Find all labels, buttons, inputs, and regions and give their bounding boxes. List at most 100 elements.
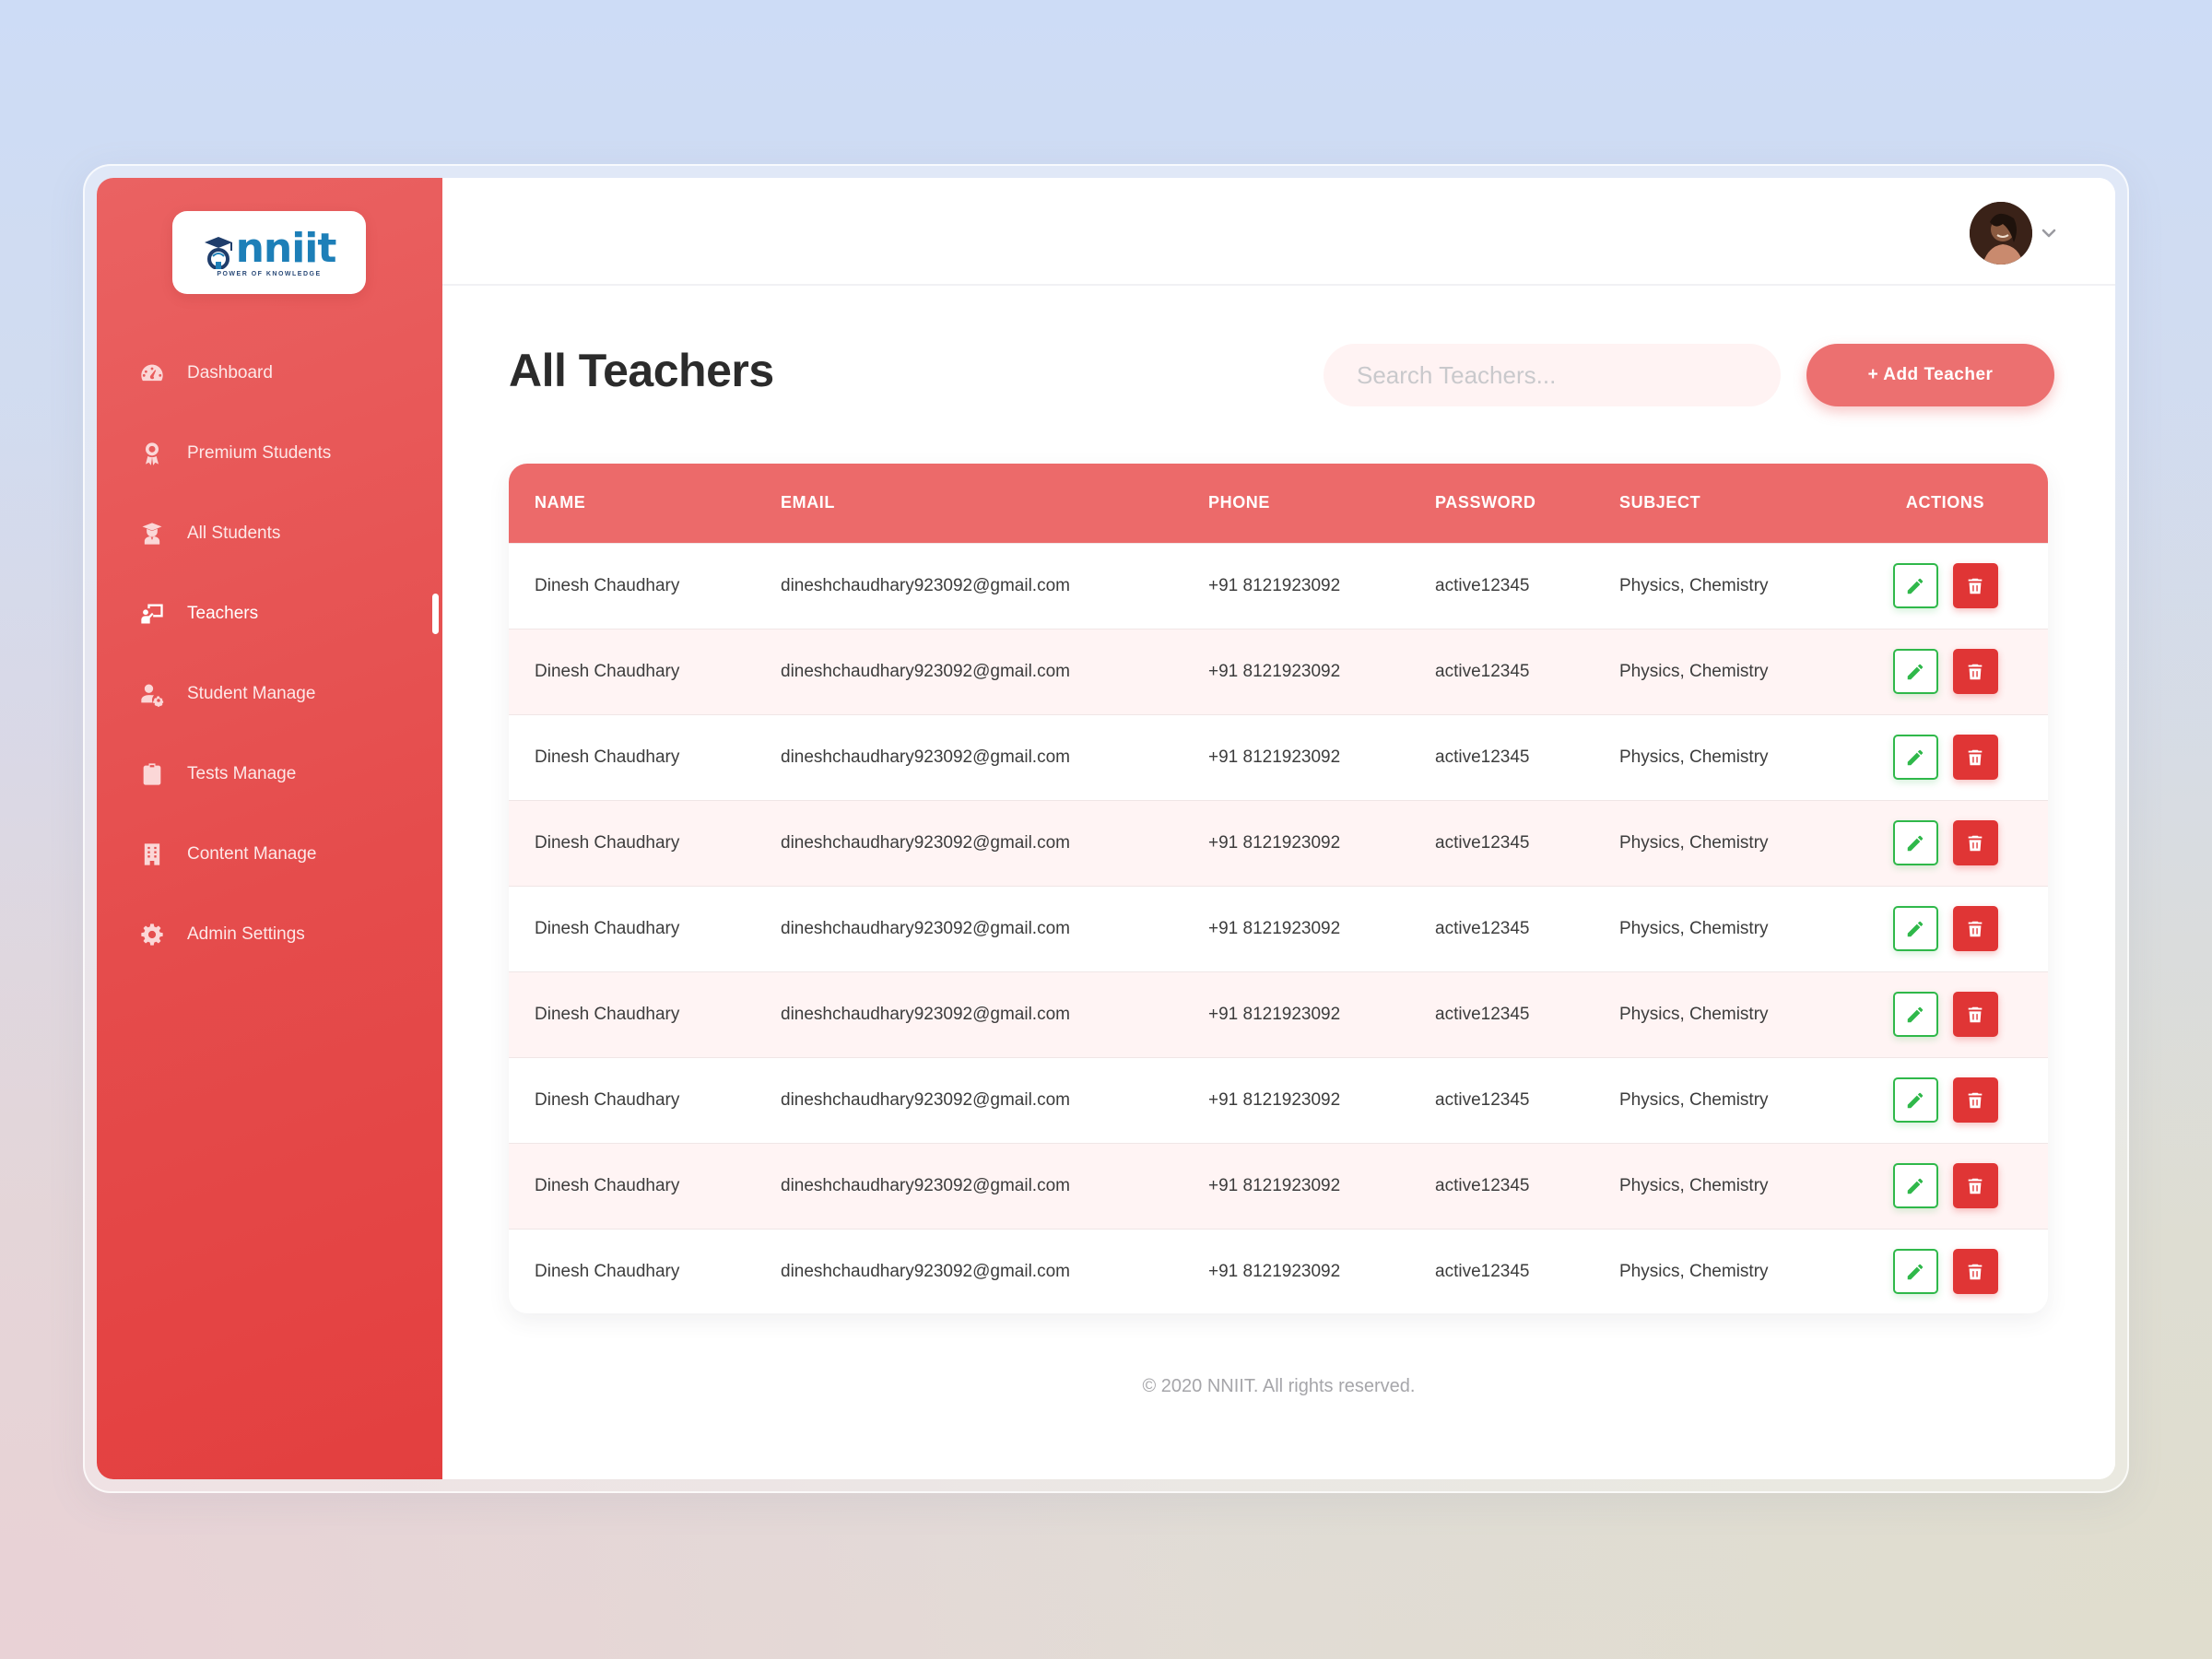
add-teacher-button[interactable]: + Add Teacher [1806, 344, 2054, 406]
teachers-table: NAME EMAIL PHONE PASSWORD SUBJECT ACTION… [509, 464, 2048, 1313]
table-row[interactable]: Dinesh Chaudhary dineshchaudhary923092@gm… [509, 1057, 2048, 1143]
cell-actions [1842, 543, 2048, 629]
table-row[interactable]: Dinesh Chaudhary dineshchaudhary923092@gm… [509, 629, 2048, 714]
cell-actions [1842, 714, 2048, 800]
sidebar: nniit POWER OF KNOWLEDGE Dashboard Premi… [97, 178, 442, 1479]
teacher-icon [137, 599, 167, 629]
delete-button[interactable] [1952, 906, 1998, 951]
edit-button[interactable] [1892, 735, 1938, 780]
column-header-actions: ACTIONS [1905, 493, 1985, 512]
table-row[interactable]: Dinesh Chaudhary dineshchaudhary923092@gm… [509, 543, 2048, 629]
gear-icon [137, 920, 167, 949]
cell-actions [1842, 800, 2048, 886]
trash-icon [1965, 833, 1985, 853]
edit-button[interactable] [1892, 906, 1938, 951]
sidebar-item-label: Student Manage [187, 683, 316, 703]
delete-button[interactable] [1952, 735, 1998, 780]
cell-name: Dinesh Chaudhary [535, 1175, 680, 1195]
pencil-icon [1905, 662, 1925, 682]
graduation-cap-icon [204, 236, 232, 269]
footer-copyright: © 2020 NNIIT. All rights reserved. [1142, 1376, 1416, 1396]
edit-button[interactable] [1892, 1077, 1938, 1123]
trash-icon [1965, 747, 1985, 768]
sidebar-item-tests-manage[interactable]: Tests Manage [97, 734, 442, 814]
active-indicator [432, 594, 439, 634]
sidebar-item-premium-students[interactable]: Premium Students [97, 413, 442, 493]
search-input[interactable] [1324, 344, 1781, 406]
sidebar-item-admin-settings[interactable]: Admin Settings [97, 894, 442, 974]
cell-password: active12345 [1435, 1004, 1530, 1024]
sidebar-item-all-students[interactable]: All Students [97, 493, 442, 573]
app-window: nniit POWER OF KNOWLEDGE Dashboard Premi… [97, 178, 2115, 1479]
edit-button[interactable] [1892, 1163, 1938, 1208]
cell-password: active12345 [1435, 575, 1530, 595]
table-row[interactable]: Dinesh Chaudhary dineshchaudhary923092@gm… [509, 800, 2048, 886]
table-row[interactable]: Dinesh Chaudhary dineshchaudhary923092@gm… [509, 1143, 2048, 1229]
edit-button[interactable] [1892, 1249, 1938, 1295]
cell-name: Dinesh Chaudhary [535, 575, 680, 595]
avatar-image [1970, 202, 2032, 265]
brand-logo[interactable]: nniit POWER OF KNOWLEDGE [172, 211, 366, 294]
cell-phone: +91 8121923092 [1208, 747, 1341, 767]
cell-subject: Physics, Chemistry [1619, 1261, 1769, 1281]
cell-email: dineshchaudhary923092@gmail.com [781, 1089, 1070, 1110]
edit-button[interactable] [1892, 820, 1938, 865]
cell-password: active12345 [1435, 747, 1530, 767]
cell-email: dineshchaudhary923092@gmail.com [781, 832, 1070, 853]
column-header-subject[interactable]: SUBJECT [1594, 464, 1842, 543]
edit-button[interactable] [1892, 563, 1938, 608]
column-header-phone[interactable]: PHONE [1182, 464, 1409, 543]
sidebar-item-label: All Students [187, 523, 281, 543]
sidebar-nav: Dashboard Premium Students All Students … [97, 333, 442, 974]
sidebar-item-teachers[interactable]: Teachers [97, 573, 442, 653]
delete-button[interactable] [1952, 820, 1998, 865]
trash-icon [1965, 1090, 1985, 1111]
cell-actions [1842, 629, 2048, 714]
delete-button[interactable] [1952, 1163, 1998, 1208]
delete-button[interactable] [1952, 1249, 1998, 1295]
cell-email: dineshchaudhary923092@gmail.com [781, 575, 1070, 595]
sidebar-item-student-manage[interactable]: Student Manage [97, 653, 442, 734]
cell-phone: +91 8121923092 [1208, 575, 1341, 595]
avatar[interactable] [1970, 202, 2032, 265]
cell-subject: Physics, Chemistry [1619, 661, 1769, 681]
edit-button[interactable] [1892, 649, 1938, 694]
cell-phone: +91 8121923092 [1208, 1261, 1341, 1281]
sidebar-item-dashboard[interactable]: Dashboard [97, 333, 442, 413]
sidebar-item-content-manage[interactable]: Content Manage [97, 814, 442, 894]
cell-subject: Physics, Chemistry [1619, 747, 1769, 767]
column-header-password[interactable]: PASSWORD [1409, 464, 1594, 543]
cell-name: Dinesh Chaudhary [535, 661, 680, 681]
cell-subject: Physics, Chemistry [1619, 575, 1769, 595]
cell-name: Dinesh Chaudhary [535, 1089, 680, 1110]
trash-icon [1965, 1176, 1985, 1196]
cell-subject: Physics, Chemistry [1619, 832, 1769, 853]
cell-email: dineshchaudhary923092@gmail.com [781, 1175, 1070, 1195]
cell-password: active12345 [1435, 661, 1530, 681]
edit-button[interactable] [1892, 992, 1938, 1037]
column-header-name[interactable]: NAME [509, 464, 755, 543]
sidebar-item-label: Content Manage [187, 843, 317, 864]
chevron-down-icon[interactable] [2040, 224, 2058, 242]
pencil-icon [1905, 576, 1925, 596]
pencil-icon [1905, 1262, 1925, 1282]
delete-button[interactable] [1952, 992, 1998, 1037]
cell-name: Dinesh Chaudhary [535, 1261, 680, 1281]
delete-button[interactable] [1952, 1077, 1998, 1123]
cell-subject: Physics, Chemistry [1619, 1089, 1769, 1110]
column-header-email[interactable]: EMAIL [755, 464, 1182, 543]
cell-name: Dinesh Chaudhary [535, 1004, 680, 1024]
cell-email: dineshchaudhary923092@gmail.com [781, 747, 1070, 767]
cell-phone: +91 8121923092 [1208, 661, 1341, 681]
table-row[interactable]: Dinesh Chaudhary dineshchaudhary923092@gm… [509, 1229, 2048, 1313]
table-row[interactable]: Dinesh Chaudhary dineshchaudhary923092@gm… [509, 971, 2048, 1057]
sidebar-item-label: Teachers [187, 603, 259, 623]
table-row[interactable]: Dinesh Chaudhary dineshchaudhary923092@gm… [509, 714, 2048, 800]
delete-button[interactable] [1952, 649, 1998, 694]
delete-button[interactable] [1952, 563, 1998, 608]
award-icon [137, 439, 167, 468]
user-cog-icon [137, 679, 167, 709]
table-row[interactable]: Dinesh Chaudhary dineshchaudhary923092@gm… [509, 886, 2048, 971]
trash-icon [1965, 576, 1985, 596]
trash-icon [1965, 662, 1985, 682]
